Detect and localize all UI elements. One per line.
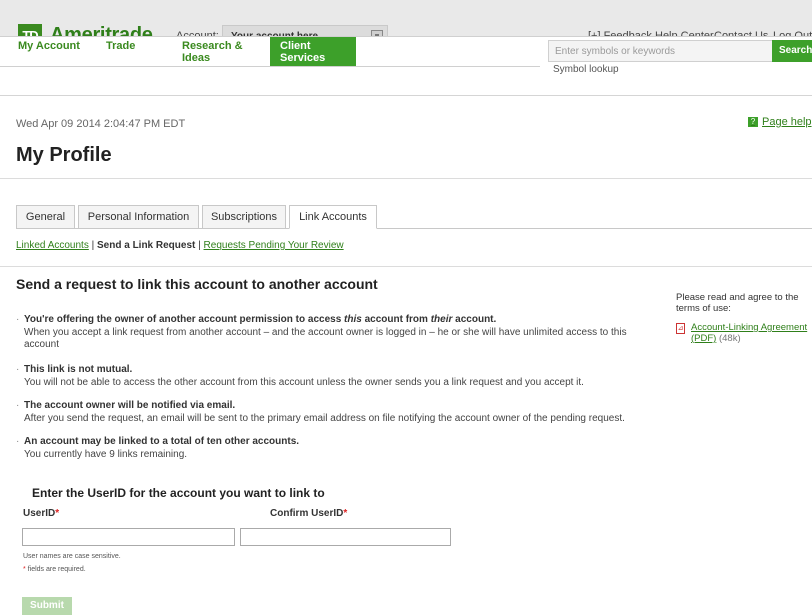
info-bullet: · An account may be linked to a total of…: [16, 436, 656, 461]
nav-tab-research-line1: Research &: [182, 40, 243, 52]
form-title: Enter the UserID for the account you wan…: [32, 486, 325, 500]
confirm-userid-label: Confirm UserID*: [270, 508, 347, 519]
bullet-dot: ·: [16, 314, 20, 325]
required-mark: *: [23, 566, 26, 573]
bullet-heading-emphasis: this: [344, 314, 362, 325]
requests-pending-link[interactable]: Requests Pending Your Review: [204, 240, 344, 251]
nav-divider: [0, 66, 540, 67]
nav-tab-client-services[interactable]: Client Services: [270, 37, 356, 66]
bullet-heading: The account owner will be notified via e…: [24, 400, 236, 411]
tab-underline: [16, 228, 812, 229]
case-sensitive-note: User names are case sensitive.: [23, 553, 121, 560]
divider: [0, 266, 812, 267]
header-bottom-border: [0, 95, 812, 96]
linked-accounts-link[interactable]: Linked Accounts: [16, 240, 89, 251]
bullet-heading-emphasis: their: [430, 314, 453, 325]
userid-label-text: UserID: [23, 508, 56, 519]
divider: [0, 178, 812, 179]
bullet-body: You will not be able to access the other…: [24, 376, 584, 388]
sub-navigation: Linked Accounts | Send a Link Request | …: [16, 240, 344, 251]
nav-tab-client-services-line1: Client: [280, 40, 311, 52]
bullet-heading: You're offering the owner of another acc…: [16, 314, 656, 327]
confirm-userid-label-text: Confirm UserID: [270, 508, 344, 519]
required-fields-note-text: fields are required.: [27, 566, 86, 573]
section-title: Send a request to link this account to a…: [16, 276, 378, 292]
info-bullet: · You're offering the owner of another a…: [16, 314, 656, 352]
symbol-lookup-link[interactable]: Symbol lookup: [553, 64, 619, 75]
bullet-heading-text: You're offering the owner of another acc…: [24, 314, 345, 325]
confirm-userid-input[interactable]: [240, 528, 451, 546]
bullet-heading: An account may be linked to a total of t…: [24, 436, 300, 447]
tab-personal-information[interactable]: Personal Information: [78, 205, 199, 229]
tab-subscriptions[interactable]: Subscriptions: [202, 205, 286, 229]
required-fields-note: * fields are required.: [23, 566, 86, 573]
userid-label: UserID*: [23, 508, 59, 519]
separator: |: [91, 240, 95, 251]
agreement-link-row: ⊿ Account-Linking Agreement (PDF) (48k): [676, 322, 809, 344]
nav-tab-research-line2: Ideas: [182, 52, 211, 64]
account-linking-agreement-link[interactable]: Account-Linking Agreement (PDF): [691, 322, 807, 344]
userid-input[interactable]: [22, 528, 235, 546]
page-help-link[interactable]: ? Page help: [748, 116, 812, 128]
search-button[interactable]: Search: [772, 40, 812, 62]
bullet-heading-text: account.: [452, 314, 497, 325]
bullet-body: After you send the request, an email wil…: [24, 412, 625, 424]
tab-link-accounts[interactable]: Link Accounts: [289, 205, 377, 229]
current-datetime: Wed Apr 09 2014 2:04:47 PM EDT: [16, 118, 186, 130]
nav-tab-trade[interactable]: Trade: [106, 40, 135, 52]
symbol-search-input[interactable]: Enter symbols or keywords: [548, 40, 776, 62]
bullet-heading-text: account from: [361, 314, 431, 325]
info-bullet: · The account owner will be notified via…: [16, 400, 656, 425]
nav-tab-research[interactable]: Research & Ideas: [182, 40, 243, 64]
page-help-label: Page help: [762, 116, 812, 128]
separator: |: [198, 240, 201, 251]
tab-general[interactable]: General: [16, 205, 75, 229]
submit-button[interactable]: Submit: [22, 597, 72, 615]
nav-tab-my-account[interactable]: My Account: [18, 40, 80, 52]
file-size: (48k): [718, 333, 741, 344]
bullet-dot: ·: [16, 436, 20, 447]
pdf-icon: ⊿: [676, 323, 685, 334]
info-bullet: · This link is not mutual. You will not …: [16, 364, 656, 389]
bullet-dot: ·: [16, 400, 20, 411]
bullet-body: You currently have 9 links remaining.: [24, 448, 188, 460]
bullet-heading: This link is not mutual.: [24, 364, 133, 375]
required-mark: *: [343, 508, 348, 519]
send-link-request-current: Send a Link Request: [97, 240, 196, 251]
terms-intro: Please read and agree to the terms of us…: [676, 292, 799, 314]
bullet-dot: ·: [16, 364, 20, 375]
page-title: My Profile: [16, 144, 112, 166]
bullet-body: When you accept a link request from anot…: [24, 326, 627, 351]
required-mark: *: [55, 508, 60, 519]
nav-tab-client-services-line2: Services: [280, 52, 326, 64]
help-icon: ?: [748, 117, 758, 127]
